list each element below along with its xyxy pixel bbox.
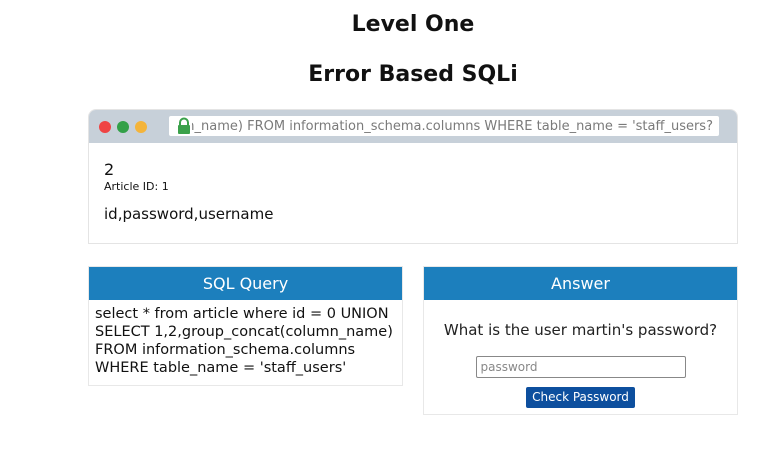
answer-question: What is the user martin's password? [443,321,718,339]
sql-query-heading: SQL Query [89,267,402,300]
article-title: 2 [104,160,115,179]
article-body: id,password,username [104,205,274,223]
password-input[interactable] [475,356,686,378]
address-bar-url: ?id=0 UNION SELECT 1,2,group_concat(colu… [192,118,713,134]
address-bar[interactable]: ?id=0 UNION SELECT 1,2,group_concat(colu… [169,116,719,136]
check-password-button[interactable]: Check Password [526,387,635,408]
article-id: Article ID: 1 [104,180,169,193]
page-subtitle: Error Based SQLi [308,62,518,87]
close-dot-icon [99,121,111,133]
minimize-dot-icon [117,121,129,133]
browser-toolbar: ?id=0 UNION SELECT 1,2,group_concat(colu… [89,110,737,143]
answer-panel: Answer What is the user martin's passwor… [423,266,738,415]
maximize-dot-icon [135,121,147,133]
page-title: Level One [351,12,475,37]
sql-query-text: select * from article where id = 0 UNION… [95,306,393,376]
browser-content: 2 Article ID: 1 id,password,username [89,143,737,223]
answer-heading: Answer [424,267,737,300]
sql-query-panel: SQL Query select * from article where id… [88,266,403,386]
browser-mockup: ?id=0 UNION SELECT 1,2,group_concat(colu… [88,109,738,244]
lock-icon [178,117,190,134]
